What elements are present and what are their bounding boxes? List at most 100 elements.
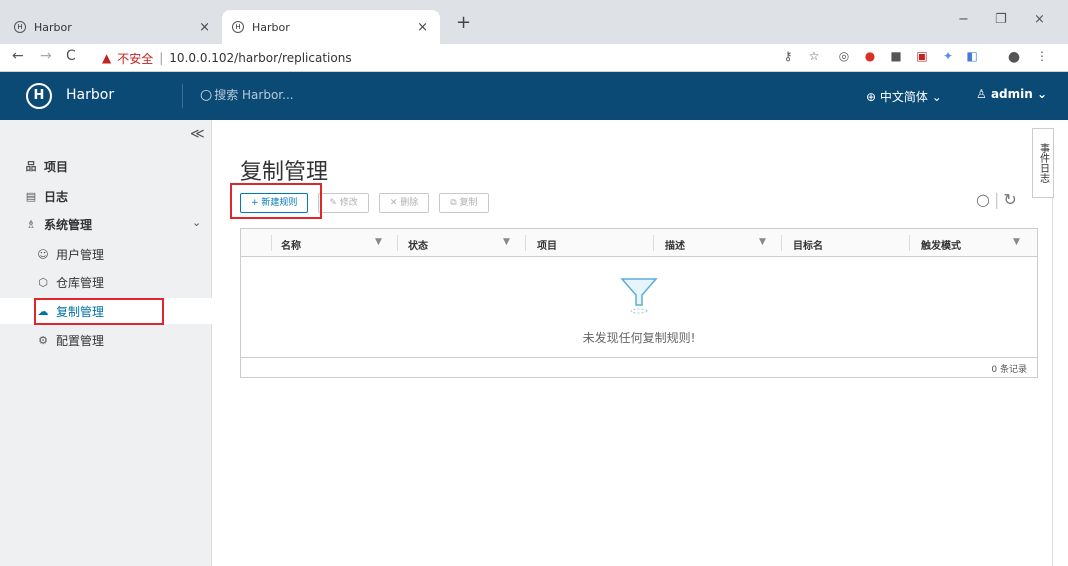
user-icon: ♙ bbox=[976, 87, 991, 101]
filter-icon[interactable]: ▼ bbox=[759, 237, 766, 247]
tab-close-icon[interactable]: × bbox=[417, 20, 428, 35]
insecure-label[interactable]: 不安全 bbox=[117, 50, 153, 67]
edit-button[interactable]: ✎ 修改 bbox=[318, 193, 369, 213]
highlight-box bbox=[230, 183, 322, 219]
url-separator: | bbox=[159, 51, 164, 65]
pdf-icon[interactable]: ▣ bbox=[914, 49, 930, 65]
column-header-trigger[interactable]: 触发模式 bbox=[921, 237, 961, 252]
sidebar-item-registries[interactable]: ⬡ 仓库管理 bbox=[36, 270, 104, 294]
copy-button[interactable]: ⧉ 复制 bbox=[439, 193, 489, 213]
extension-icon[interactable]: ✦ bbox=[940, 49, 956, 65]
sidebar-item-projects[interactable]: 品 项目 bbox=[24, 154, 69, 178]
global-search[interactable]: ○ 搜索 Harbor... bbox=[200, 86, 294, 103]
sidebar-item-label: 仓库管理 bbox=[56, 275, 105, 290]
column-separator bbox=[909, 235, 910, 251]
search-input[interactable]: 搜索 Harbor... bbox=[214, 86, 293, 103]
sidebar-item-users[interactable]: ☺ 用户管理 bbox=[36, 242, 104, 266]
minimize-button[interactable]: − bbox=[958, 12, 969, 27]
search-icon[interactable]: ○ bbox=[976, 190, 990, 209]
extension-icon[interactable]: ◎ bbox=[836, 49, 852, 65]
tab-close-icon[interactable]: × bbox=[199, 20, 210, 35]
grid-header: 名称 ▼ 状态 ▼ 项目 描述 ▼ 目标名 触发模式 ▼ bbox=[241, 229, 1037, 257]
tab-title: Harbor bbox=[252, 20, 290, 34]
filter-icon[interactable]: ▼ bbox=[375, 237, 382, 247]
url-text[interactable]: 10.0.0.102/harbor/replications bbox=[169, 51, 351, 65]
browser-tab-2[interactable]: H Harbor × bbox=[222, 10, 440, 44]
address-bar: ← → C ▲ 不安全 | 10.0.0.102/harbor/replicat… bbox=[0, 44, 1068, 72]
key-icon[interactable]: ⚷ bbox=[780, 49, 796, 65]
sidebar-item-label: 配置管理 bbox=[56, 333, 105, 348]
delete-button[interactable]: ✕ 删除 bbox=[378, 193, 430, 213]
harbor-favicon-icon: H bbox=[14, 21, 26, 33]
sidebar: ≪ 品 项目 ▤ 日志 ♗ 系统管理 ⌄ ☺ 用户管理 ⬡ 仓库管理 ☁ 复制管… bbox=[0, 120, 212, 566]
column-separator bbox=[525, 235, 526, 251]
menu-icon[interactable]: ⋮ bbox=[1034, 49, 1050, 65]
highlight-box bbox=[34, 298, 164, 325]
restore-button[interactable]: ❐ bbox=[995, 12, 1007, 27]
app-header: H Harbor ○ 搜索 Harbor... ⊕ 中文简体 ⌄ ♙ admin… bbox=[0, 72, 1068, 120]
url-field[interactable]: ▲ 不安全 | 10.0.0.102/harbor/replications bbox=[102, 47, 802, 69]
column-header-name[interactable]: 名称 bbox=[281, 237, 301, 252]
empty-message: 未发现任何复制规则! bbox=[582, 331, 696, 345]
grid-footer: 0 条记录 bbox=[241, 357, 1037, 377]
right-border bbox=[1052, 198, 1053, 566]
collapse-sidebar-button[interactable]: ≪ bbox=[190, 126, 205, 142]
browser-tab-1[interactable]: H Harbor × bbox=[4, 10, 222, 44]
language-selector[interactable]: ⊕ 中文简体 ⌄ bbox=[866, 88, 942, 105]
warning-icon: ▲ bbox=[102, 51, 112, 65]
column-separator bbox=[653, 235, 654, 251]
window-close-button[interactable]: × bbox=[1034, 12, 1045, 27]
harbor-logo-icon[interactable]: H bbox=[26, 83, 52, 109]
sidebar-item-label: 日志 bbox=[44, 189, 69, 204]
column-separator bbox=[397, 235, 398, 251]
harbor-favicon-icon: H bbox=[232, 21, 244, 33]
extension-icon[interactable]: ● bbox=[862, 49, 878, 65]
reload-button[interactable]: C bbox=[66, 48, 76, 64]
column-separator bbox=[781, 235, 782, 251]
sidebar-item-logs[interactable]: ▤ 日志 bbox=[24, 184, 68, 208]
column-header-status[interactable]: 状态 bbox=[408, 237, 428, 252]
brand-name[interactable]: Harbor bbox=[66, 87, 114, 103]
translate-icon[interactable]: ◧ bbox=[964, 49, 980, 65]
forward-button[interactable]: → bbox=[40, 48, 52, 64]
sidebar-item-label: 项目 bbox=[44, 159, 69, 174]
language-label: 中文简体 bbox=[879, 90, 928, 104]
gear-icon: ⚙ bbox=[38, 333, 48, 347]
registry-icon: ⬡ bbox=[38, 275, 48, 289]
replication-rules-grid: 名称 ▼ 状态 ▼ 项目 描述 ▼ 目标名 触发模式 ▼ 未发现任何复制规则! … bbox=[240, 228, 1038, 378]
extension-icon[interactable]: ■ bbox=[888, 49, 904, 65]
column-separator bbox=[271, 235, 272, 251]
globe-icon: ⊕ bbox=[866, 90, 880, 104]
browser-tab-bar: H Harbor × H Harbor × + − ❐ × bbox=[0, 0, 1068, 44]
logs-icon: ▤ bbox=[25, 189, 37, 203]
page-title: 复制管理 bbox=[240, 160, 329, 185]
admin-icon: ♗ bbox=[26, 217, 36, 231]
users-icon: ☺ bbox=[37, 247, 49, 261]
grid-tools: ○ | ↻ bbox=[976, 190, 1017, 209]
new-tab-button[interactable]: + bbox=[456, 12, 471, 33]
sidebar-item-configuration[interactable]: ⚙ 配置管理 bbox=[36, 328, 104, 352]
sidebar-item-label: 用户管理 bbox=[56, 247, 105, 262]
filter-icon[interactable]: ▼ bbox=[503, 237, 510, 247]
empty-filter-icon bbox=[620, 278, 658, 314]
column-header-project[interactable]: 项目 bbox=[537, 237, 557, 252]
profile-icon[interactable]: ● bbox=[1006, 49, 1022, 65]
column-header-description[interactable]: 描述 bbox=[665, 237, 685, 252]
header-divider bbox=[182, 84, 183, 108]
chevron-down-icon: ⌄ bbox=[927, 90, 942, 104]
column-header-target[interactable]: 目标名 bbox=[793, 237, 823, 252]
sidebar-item-administration[interactable]: ♗ 系统管理 bbox=[24, 212, 92, 236]
filter-icon[interactable]: ▼ bbox=[1013, 237, 1020, 247]
refresh-icon[interactable]: ↻ bbox=[1003, 190, 1016, 209]
search-icon: ○ bbox=[200, 86, 213, 103]
user-name: admin bbox=[990, 87, 1033, 101]
event-log-tab[interactable]: 事件日志 bbox=[1032, 128, 1054, 198]
tools-divider: | bbox=[993, 190, 1000, 209]
tab-title: Harbor bbox=[34, 20, 72, 34]
sidebar-item-label: 系统管理 bbox=[44, 217, 93, 232]
user-menu[interactable]: ♙ admin ⌄ bbox=[976, 87, 1047, 101]
back-button[interactable]: ← bbox=[12, 48, 24, 64]
chevron-down-icon[interactable]: ⌄ bbox=[192, 216, 201, 229]
star-icon[interactable]: ☆ bbox=[806, 49, 822, 65]
record-count: 0 条记录 bbox=[991, 365, 1027, 375]
